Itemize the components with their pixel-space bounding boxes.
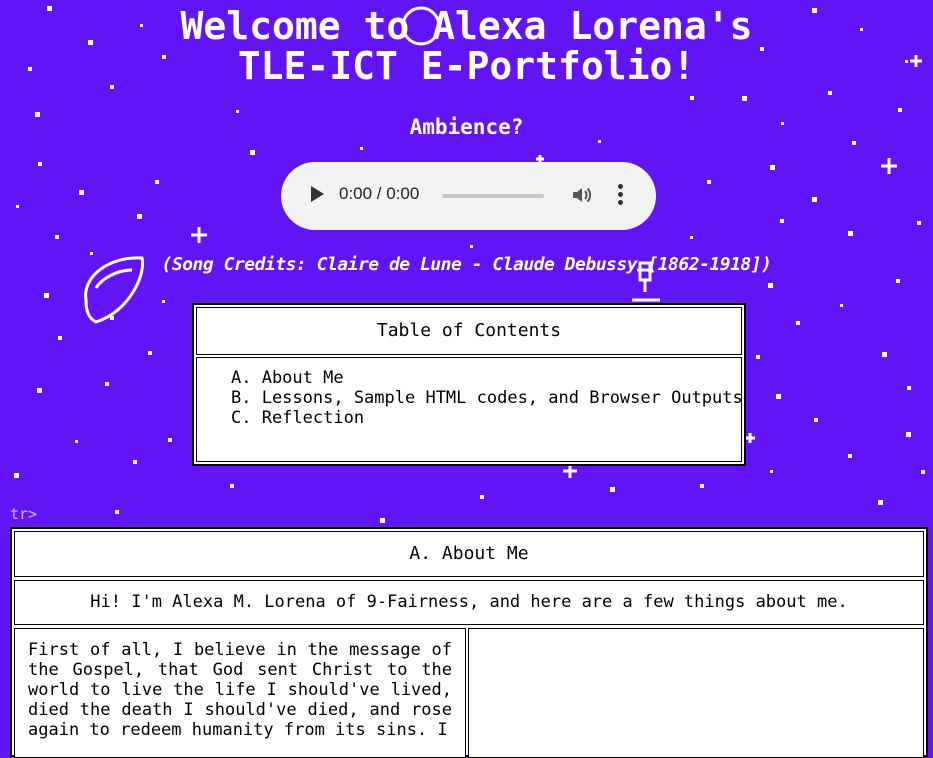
page-title: Welcome to Alexa Lorena's TLE-ICT E-Port…: [0, 6, 933, 86]
toc-item-about-me: A. About Me: [231, 368, 344, 388]
stray-markup-text: tr>: [10, 505, 38, 523]
about-heading: A. About Me: [14, 531, 924, 577]
about-me-table: A. About Me Hi! I'm Alexa M. Lorena of 9…: [10, 527, 928, 758]
table-of-contents: Table of Contents A. About Me B. Lessons…: [192, 303, 746, 466]
about-intro: Hi! I'm Alexa M. Lorena of 9-Fairness, a…: [14, 580, 924, 625]
play-icon[interactable]: [311, 186, 324, 202]
title-line-1: Welcome to Alexa Lorena's: [180, 4, 753, 48]
audio-player[interactable]: 0:00 / 0:00: [281, 162, 656, 230]
more-options-icon[interactable]: [618, 184, 624, 208]
audio-progress-bar[interactable]: [442, 194, 544, 198]
about-right-cell: [468, 628, 924, 758]
toc-item-lessons: B. Lessons, Sample HTML codes, and Brows…: [231, 388, 743, 408]
toc-body: A. About Me B. Lessons, Sample HTML code…: [196, 357, 743, 462]
toc-list: A. About Me B. Lessons, Sample HTML code…: [197, 368, 743, 428]
about-paragraph: First of all, I believe in the message o…: [14, 628, 466, 758]
title-line-2: TLE-ICT E-Portfolio!: [237, 44, 696, 88]
audio-time: 0:00 / 0:00: [339, 184, 420, 203]
toc-item-reflection: C. Reflection: [231, 408, 365, 428]
ambience-label: Ambience?: [409, 115, 524, 139]
song-credits: (Song Credits: Claire de Lune - Claude D…: [161, 254, 772, 275]
volume-icon[interactable]: [570, 183, 594, 207]
toc-title: Table of Contents: [196, 307, 742, 355]
